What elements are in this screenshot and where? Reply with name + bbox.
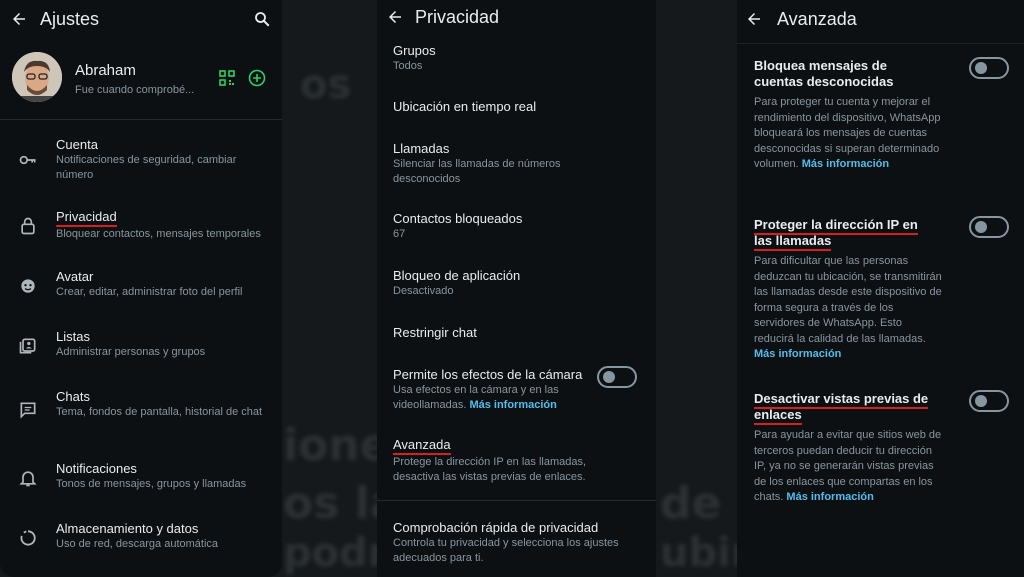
settings-item-notificaciones[interactable]: Notificaciones Tonos de mensajes, grupos… — [0, 460, 282, 500]
privacy-item-avanzada[interactable]: Avanzada Protege la dirección IP en las … — [393, 436, 642, 485]
contacts-list-icon — [19, 338, 36, 354]
privacy-item-bloqueo-aplicacion[interactable]: Bloqueo de aplicación Desactivado — [393, 267, 642, 299]
privacy-item-subtitle: Desactivado — [393, 285, 454, 297]
divider — [377, 500, 656, 501]
settings-item-title: Cuenta — [56, 137, 98, 152]
settings-item-subtitle: Crear, editar, administrar foto del perf… — [56, 286, 243, 298]
settings-item-title: Almacenamiento y datos — [56, 521, 199, 536]
settings-item-chats[interactable]: Chats Tema, fondos de pantalla, historia… — [0, 388, 282, 440]
page-title: Privacidad — [415, 7, 500, 27]
avatar[interactable] — [12, 52, 62, 102]
settings-item-subtitle: Administrar personas y grupos — [56, 346, 206, 358]
more-info-link[interactable]: Más información — [469, 399, 556, 411]
settings-header: Ajustes — [0, 0, 282, 40]
profile-status: Fue cuando comprobé... — [75, 84, 195, 96]
privacy-item-comprobacion-rapida[interactable]: Comprobación rápida de privacidad Contro… — [393, 519, 642, 566]
key-icon — [19, 155, 36, 165]
privacy-item-subtitle: Protege la dirección IP en las llamadas,… — [393, 456, 587, 483]
privacy-item-ubicacion[interactable]: Ubicación en tiempo real — [393, 98, 642, 115]
privacy-item-subtitle: Todos — [393, 60, 423, 72]
settings-item-cuenta[interactable]: Cuenta Notificaciones de seguridad, camb… — [0, 136, 282, 188]
privacy-item-title: Comprobación rápida de privacidad — [393, 520, 599, 535]
settings-item-avatar[interactable]: Avatar Crear, editar, administrar foto d… — [0, 268, 282, 308]
settings-item-listas[interactable]: Listas Administrar personas y grupos — [0, 328, 282, 368]
privacy-item-contactos-bloqueados[interactable]: Contactos bloqueados 67 — [393, 210, 642, 242]
advanced-panel: Avanzada Bloquea mensajes de cuentas des… — [737, 0, 1024, 577]
privacy-item-llamadas[interactable]: Llamadas Silenciar las llamadas de númer… — [393, 140, 642, 187]
privacy-header: Privacidad — [377, 0, 656, 40]
privacy-item-title: Contactos bloqueados — [393, 211, 523, 226]
more-info-link[interactable]: Más información — [802, 158, 889, 170]
advanced-item-title: Bloquea mensajes de cuentas desconocidas — [754, 58, 894, 89]
privacy-item-title: Llamadas — [393, 141, 450, 156]
settings-item-title: Notificaciones — [56, 461, 137, 476]
settings-item-title: Chats — [56, 389, 90, 404]
profile-name: Abraham — [75, 62, 136, 79]
page-title: Ajustes — [40, 9, 100, 29]
settings-item-subtitle: Notificaciones de seguridad, cambiar núm… — [56, 154, 237, 181]
privacy-item-subtitle: 67 — [393, 228, 406, 240]
settings-item-subtitle: Bloquear contactos, mensajes temporales — [56, 228, 261, 240]
divider — [737, 43, 1024, 44]
back-arrow-icon[interactable] — [10, 10, 28, 28]
settings-item-privacidad[interactable]: Privacidad Bloquear contactos, mensajes … — [0, 208, 282, 248]
privacy-panel: Privacidad Grupos Todos Ubicación en tie… — [377, 0, 656, 577]
divider — [0, 119, 282, 120]
background-blur-text: ione — [283, 420, 390, 471]
lock-icon — [21, 217, 35, 235]
disable-link-previews-toggle[interactable] — [969, 390, 1009, 412]
settings-item-subtitle: Tema, fondos de pantalla, historial de c… — [56, 406, 263, 418]
settings-item-title: Avatar — [56, 269, 94, 284]
back-arrow-icon[interactable] — [745, 10, 763, 28]
privacy-item-subtitle: Silenciar las llamadas de números descon… — [393, 158, 561, 185]
more-info-link[interactable]: Más información — [786, 491, 873, 503]
settings-item-almacenamiento[interactable]: Almacenamiento y datos Uso de red, desca… — [0, 520, 282, 560]
back-arrow-icon[interactable] — [386, 8, 404, 26]
avatar-icon — [21, 279, 35, 293]
advanced-item-proteger-ip[interactable]: Proteger la dirección IP en las llamadas… — [754, 217, 1010, 363]
advanced-item-title: Proteger la dirección IP en las llamadas — [754, 217, 918, 251]
settings-item-subtitle: Uso de red, descarga automática — [56, 538, 219, 550]
storage-icon — [20, 530, 36, 546]
search-icon[interactable] — [253, 10, 271, 28]
privacy-item-subtitle: Controla tu privacidad y selecciona los … — [393, 537, 619, 564]
add-circle-icon[interactable] — [248, 69, 266, 87]
more-info-link[interactable]: Más información — [754, 348, 841, 360]
settings-item-title: Privacidad — [56, 209, 117, 227]
privacy-item-grupos[interactable]: Grupos Todos — [393, 42, 642, 74]
settings-panel: Ajustes Abraham Fue cuando comprobé... C… — [0, 0, 282, 577]
camera-effects-toggle[interactable] — [597, 366, 637, 388]
block-unknown-accounts-toggle[interactable] — [969, 57, 1009, 79]
background-blur-text: os — [300, 62, 352, 108]
privacy-item-title: Ubicación en tiempo real — [393, 99, 537, 114]
qr-code-icon[interactable] — [219, 70, 235, 86]
page-title: Avanzada — [777, 9, 857, 29]
settings-item-subtitle: Tonos de mensajes, grupos y llamadas — [56, 478, 247, 490]
privacy-item-title: Grupos — [393, 43, 436, 58]
protect-ip-toggle[interactable] — [969, 216, 1009, 238]
chat-icon — [20, 402, 36, 419]
privacy-item-restringir-chat[interactable]: Restringir chat — [393, 324, 642, 341]
privacy-item-title: Bloqueo de aplicación — [393, 268, 521, 283]
advanced-header: Avanzada — [737, 0, 1024, 40]
profile-row[interactable]: Abraham Fue cuando comprobé... — [0, 46, 282, 118]
background-blur-text: de — [660, 478, 722, 529]
privacy-item-title: Avanzada — [393, 437, 451, 455]
settings-item-title: Listas — [56, 329, 90, 344]
advanced-item-title: Desactivar vistas previas de enlaces — [754, 391, 929, 425]
advanced-item-description: Para dificultar que las personas deduzca… — [754, 255, 942, 345]
bell-icon — [19, 471, 37, 487]
privacy-item-title: Restringir chat — [393, 325, 477, 340]
